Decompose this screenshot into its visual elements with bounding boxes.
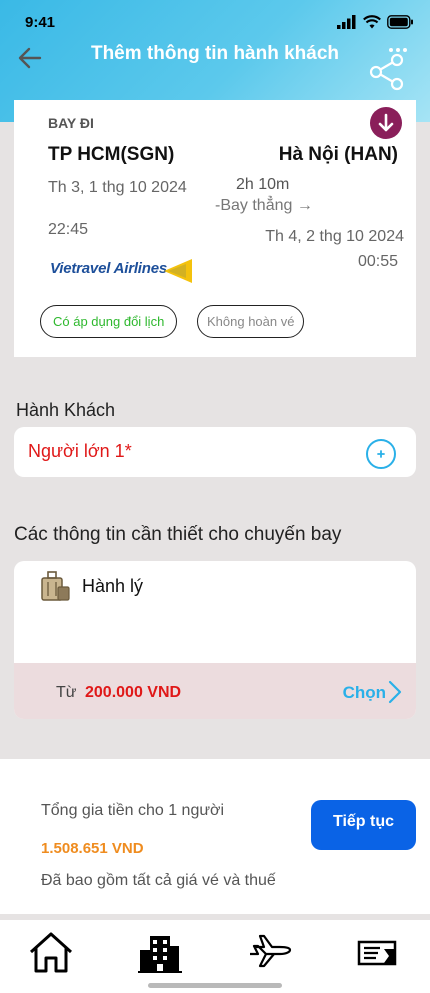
battery-icon: [387, 15, 413, 29]
passenger-label: Người lớn 1*: [28, 441, 132, 461]
arrival-date: Th 4, 2 thg 10 2024: [265, 228, 404, 245]
total-price: 1.508.651 VND: [41, 840, 144, 857]
bottom-tab-bar: [0, 920, 430, 993]
tag-reschedule: Có áp dụng đổi lịch: [40, 305, 178, 338]
ticket-icon[interactable]: [354, 930, 402, 974]
luggage-icon: [41, 571, 70, 601]
flight-duration: 2h 10m: [236, 176, 290, 193]
baggage-label: Hành lý: [82, 576, 144, 596]
plane-icon[interactable]: [246, 930, 294, 974]
status-time: 9:41: [25, 14, 56, 31]
price-note: Đã bao gồm tất cả giá vé và thuế: [41, 872, 276, 889]
continue-button[interactable]: Tiếp tục: [311, 800, 416, 850]
collapse-button[interactable]: [370, 107, 402, 139]
price-prefix: Từ: [56, 684, 77, 701]
destination-city: Hà Nội (HAN): [278, 144, 398, 165]
airline-logo-icon: [164, 259, 192, 283]
arrival-time: 00:55: [357, 253, 398, 270]
baggage-card: Hành lý Từ 200.000 VND Chọn: [14, 561, 416, 719]
tag-non-refundable: Không hoàn vé: [197, 305, 305, 338]
flight-card: BAY ĐI TP HCM(SGN) Hà Nội (HAN) Th 3, 1 …: [14, 100, 416, 357]
share-icon: [369, 53, 404, 91]
origin-city: TP HCM(SGN): [48, 144, 175, 165]
home-icon[interactable]: [27, 930, 75, 974]
home-indicator: [148, 983, 282, 988]
direction-label: BAY ĐI: [48, 115, 94, 131]
passengers-section-title: Hành Khách: [16, 400, 116, 420]
baggage-price-row[interactable]: Từ 200.000 VND Chọn: [14, 663, 416, 719]
arrow-down-icon: [378, 113, 394, 132]
baggage-price: 200.000 VND: [85, 684, 182, 701]
page-title: Thêm thông tin hành khách: [90, 43, 340, 64]
departure-date: Th 3, 1 thg 10 2024: [48, 179, 187, 196]
wifi-icon: [363, 15, 381, 29]
share-button[interactable]: [368, 52, 406, 92]
status-icons: [337, 15, 414, 29]
chevron-right-icon[interactable]: [388, 680, 402, 704]
hotel-icon[interactable]: [136, 930, 184, 974]
flight-stops: -Bay thẳng →: [215, 197, 313, 214]
total-label: Tổng gia tiền cho 1 người: [41, 802, 225, 819]
airline-logo-text: Vietravel Airlines: [50, 260, 168, 277]
choose-baggage-button[interactable]: Chọn: [343, 683, 386, 703]
signal-icon: [337, 15, 356, 29]
passenger-row[interactable]: Người lớn 1*: [14, 427, 416, 477]
departure-time: 22:45: [48, 221, 89, 238]
add-passenger-icon[interactable]: [364, 437, 398, 471]
more-menu-button[interactable]: [388, 40, 408, 52]
price-summary: Tổng gia tiền cho 1 người 1.508.651 VND …: [0, 759, 430, 914]
flight-info-section-title: Các thông tin cần thiết cho chuyến bay: [14, 524, 342, 545]
